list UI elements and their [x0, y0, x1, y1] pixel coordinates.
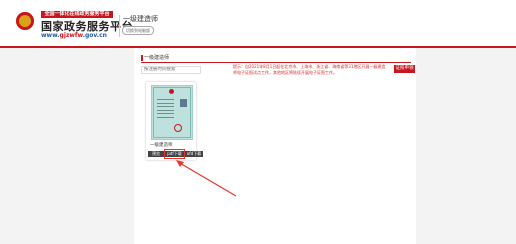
annotation-arrow-icon — [176, 160, 237, 197]
